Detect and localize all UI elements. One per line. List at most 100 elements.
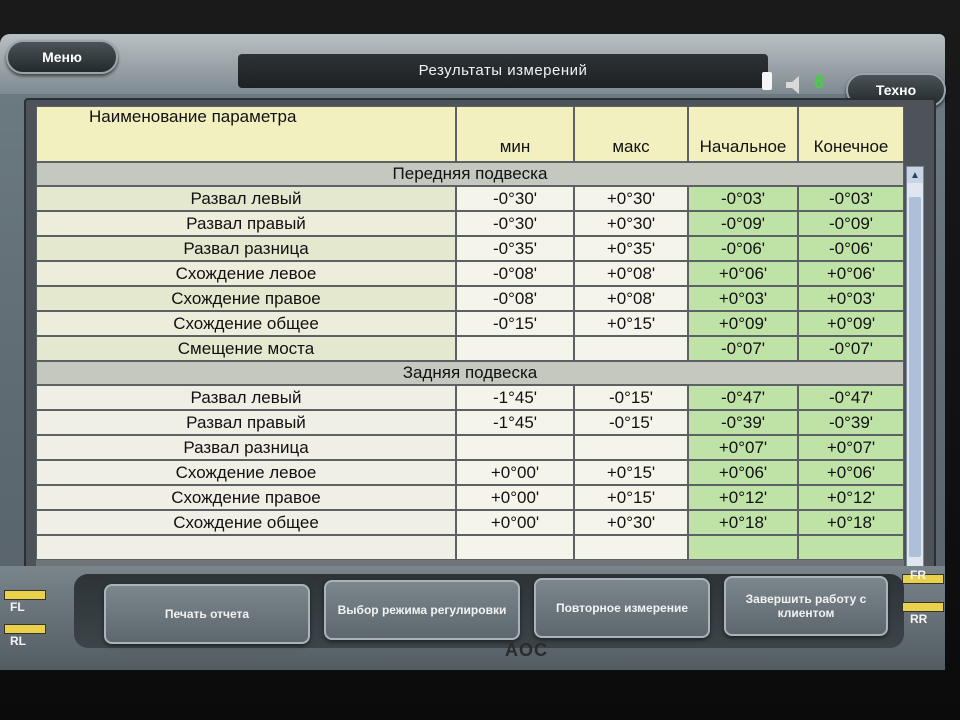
table-row[interactable]: Развал разница +0°07' +0°07' [36,435,904,460]
volume-slider-knob[interactable] [762,72,772,90]
remeasure-button[interactable]: Повторное измерение [534,578,710,638]
param-name: Развал разница [36,435,456,460]
menu-button[interactable]: Меню [6,40,118,74]
initial-value: +0°18' [688,510,798,535]
section-title: Передняя подвеска [36,162,904,186]
param-name: Схождение правое [36,485,456,510]
min-value: -0°08' [456,261,574,286]
final-value: -0°47' [798,385,904,410]
column-header-max: макс [574,106,688,162]
initial-value: -0°09' [688,211,798,236]
max-value: +0°30' [574,211,688,236]
param-name: Схождение общее [36,311,456,336]
section-header-front: Передняя подвеска [36,162,904,186]
app-screen: Меню Результаты измерений 8 Техно Наимен… [0,34,946,670]
adjustment-mode-button[interactable]: Выбор режима регулировки [324,580,520,640]
param-name: Схождение левое [36,460,456,485]
min-value: -0°30' [456,211,574,236]
results-table-panel: Наименование параметра мин макс Начально… [24,98,936,608]
table-row[interactable]: Развал правый -1°45' -0°15' -0°39' -0°39… [36,410,904,435]
finish-client-button[interactable]: Завершить работу с клиентом [724,576,888,636]
param-name: Схождение левое [36,261,456,286]
table-scrollbar[interactable]: ▲ ▼ [906,166,924,592]
initial-value: -0°03' [688,186,798,211]
initial-value: +0°09' [688,311,798,336]
param-name: Схождение правое [36,286,456,311]
top-bar: Меню Результаты измерений 8 Техно [0,34,946,107]
final-value: +0°06' [798,460,904,485]
scroll-up-icon[interactable]: ▲ [907,167,923,183]
wheel-indicator-rl [4,624,46,634]
min-value: -0°30' [456,186,574,211]
table-row[interactable]: Схождение правое +0°00' +0°15' +0°12' +0… [36,485,904,510]
initial-value: +0°06' [688,460,798,485]
param-name [36,535,456,560]
max-value [574,435,688,460]
wheel-indicator-fl [4,590,46,600]
final-value: +0°12' [798,485,904,510]
max-value: +0°15' [574,311,688,336]
max-value: +0°30' [574,510,688,535]
initial-value: -0°07' [688,336,798,361]
min-value: +0°00' [456,485,574,510]
initial-value: +0°06' [688,261,798,286]
initial-value [688,535,798,560]
final-value: +0°07' [798,435,904,460]
initial-value: +0°07' [688,435,798,460]
print-report-button[interactable]: Печать отчета [104,584,310,644]
final-value: +0°09' [798,311,904,336]
table-row[interactable]: Схождение общее -0°15' +0°15' +0°09' +0°… [36,311,904,336]
min-value [456,336,574,361]
wheel-label-rl: RL [10,634,26,648]
table-row[interactable]: Схождение общее +0°00' +0°30' +0°18' +0°… [36,510,904,535]
wheel-indicator-rr [902,602,944,612]
min-value: +0°00' [456,510,574,535]
max-value [574,336,688,361]
table-row[interactable]: Смещение моста -0°07' -0°07' [36,336,904,361]
page-title: Результаты измерений [418,62,588,79]
initial-value: -0°47' [688,385,798,410]
wheel-label-fl: FL [10,600,25,614]
column-header-name: Наименование параметра [36,106,456,162]
param-name: Развал левый [36,385,456,410]
initial-value: -0°39' [688,410,798,435]
table-row[interactable]: Схождение левое +0°00' +0°15' +0°06' +0°… [36,460,904,485]
max-value: +0°30' [574,186,688,211]
bottom-toolbar: FL RL Печать отчета Выбор режима регулир… [0,566,945,670]
final-value: +0°03' [798,286,904,311]
scroll-thumb[interactable] [909,197,921,557]
column-header-final: Конечное [798,106,904,162]
wheel-label-fr: FR [910,568,926,582]
max-value: -0°15' [574,410,688,435]
final-value: +0°06' [798,261,904,286]
table-row[interactable]: Развал разница -0°35' +0°35' -0°06' -0°0… [36,236,904,261]
min-value: +0°00' [456,460,574,485]
table-row[interactable] [36,535,904,560]
table-row[interactable]: Развал левый -0°30' +0°30' -0°03' -0°03' [36,186,904,211]
table-row[interactable]: Развал левый -1°45' -0°15' -0°47' -0°47' [36,385,904,410]
volume-level: 8 [814,72,825,92]
speaker-icon[interactable] [784,74,810,96]
table-header-row: Наименование параметра мин макс Начально… [36,106,904,162]
max-value: +0°35' [574,236,688,261]
param-name: Развал левый [36,186,456,211]
max-value: +0°15' [574,460,688,485]
min-value: -1°45' [456,410,574,435]
max-value: +0°15' [574,485,688,510]
param-name: Развал правый [36,410,456,435]
param-name: Смещение моста [36,336,456,361]
table-row[interactable]: Развал правый -0°30' +0°30' -0°09' -0°09… [36,211,904,236]
final-value: -0°06' [798,236,904,261]
table-row[interactable]: Схождение левое -0°08' +0°08' +0°06' +0°… [36,261,904,286]
results-table: Наименование параметра мин макс Начально… [36,106,904,566]
section-title: Задняя подвеска [36,361,904,385]
table-row[interactable]: Схождение правое -0°08' +0°08' +0°03' +0… [36,286,904,311]
final-value: -0°09' [798,211,904,236]
section-header-rear: Задняя подвеска [36,361,904,385]
min-value: -0°35' [456,236,574,261]
max-value: -0°15' [574,385,688,410]
final-value: +0°18' [798,510,904,535]
min-value [456,535,574,560]
max-value: +0°08' [574,261,688,286]
wheel-label-rr: RR [910,612,928,626]
